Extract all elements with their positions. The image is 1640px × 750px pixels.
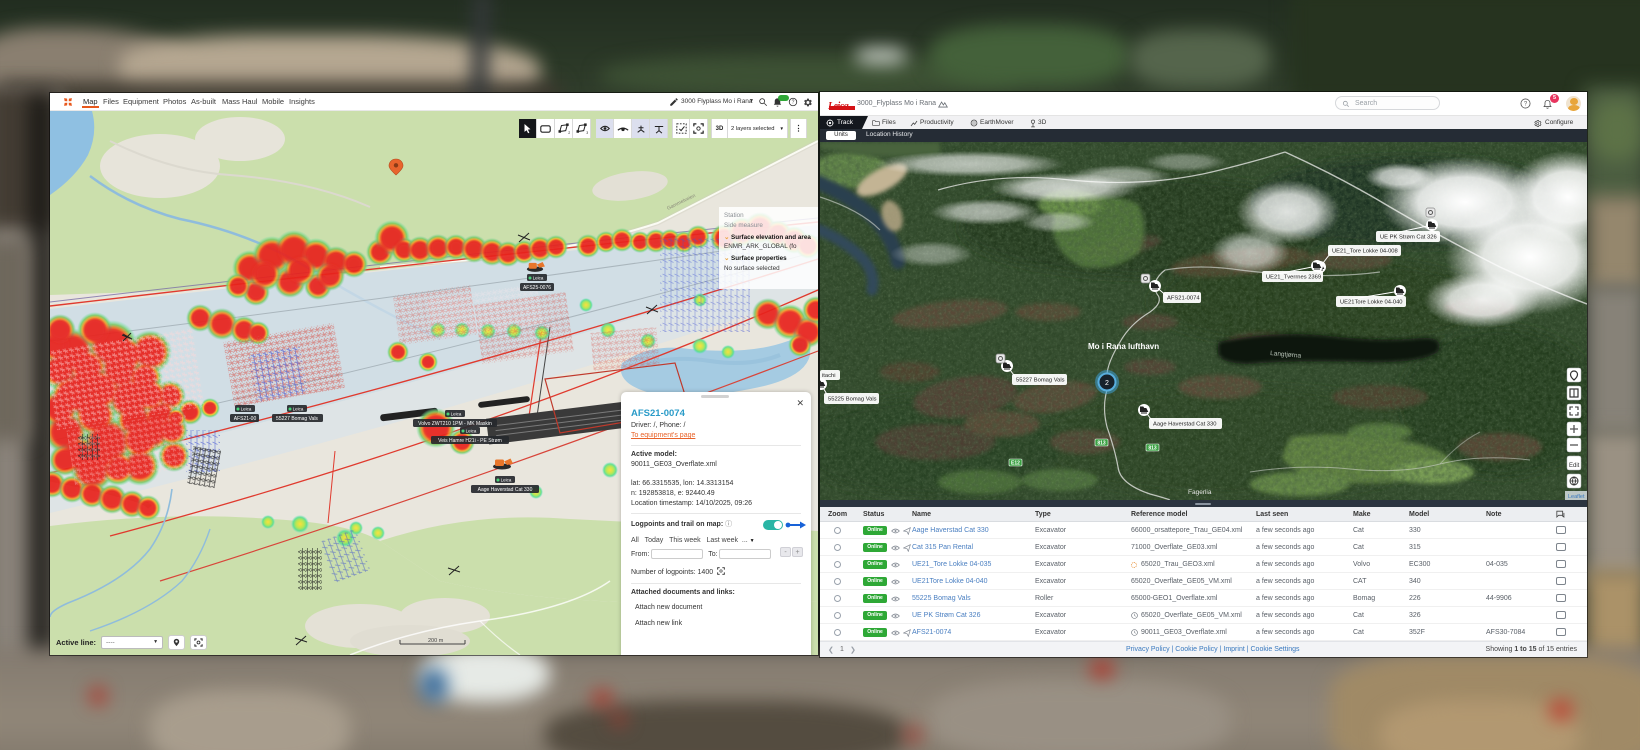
svg-text:Leica: Leica — [293, 407, 304, 412]
svg-text:UE21Tore Lokke 04-040: UE21Tore Lokke 04-040 — [1340, 300, 1403, 306]
svg-text:Volvo ZWT210 1PM - MK Maskin: Volvo ZWT210 1PM - MK Maskin — [418, 421, 492, 427]
svg-text:Leica: Leica — [451, 412, 462, 417]
svg-text:813: 813 — [1148, 446, 1157, 452]
svg-text:?: ? — [792, 100, 795, 106]
svg-text:itachi: itachi — [822, 373, 836, 379]
svg-text:813: 813 — [1097, 441, 1106, 447]
svg-text:200 m: 200 m — [428, 638, 444, 644]
svg-text:Aage Haverstad Cat 330: Aage Haverstad Cat 330 — [1153, 422, 1216, 428]
svg-text:2: 2 — [568, 131, 570, 134]
svg-text:55225 Bomag Vals: 55225 Bomag Vals — [828, 397, 877, 403]
svg-text:Aage Haverstad Cat 330: Aage Haverstad Cat 330 — [478, 487, 533, 493]
svg-text:UE21_Tore Lokke 04-008: UE21_Tore Lokke 04-008 — [1332, 249, 1398, 255]
svg-text:55227 Bomag Vals: 55227 Bomag Vals — [276, 416, 318, 422]
svg-text:E12: E12 — [1011, 461, 1020, 467]
svg-text:Leica: Leica — [501, 478, 512, 483]
svg-text:3: 3 — [586, 131, 588, 134]
svg-text:Veis Hamre H21i - PE Strøm: Veis Hamre H21i - PE Strøm — [438, 438, 502, 444]
svg-text:UE21_Tverrnes 2369: UE21_Tverrnes 2369 — [1266, 275, 1321, 281]
svg-text:AFS21-0074: AFS21-0074 — [1167, 296, 1200, 302]
svg-text:UE PK Strøm Cat 326: UE PK Strøm Cat 326 — [1380, 235, 1437, 241]
svg-text:AFS25-0076: AFS25-0076 — [523, 285, 551, 291]
svg-text:Mo i Rana lufthavn: Mo i Rana lufthavn — [1088, 342, 1159, 351]
svg-text:55227 Bomag Vals: 55227 Bomag Vals — [1016, 378, 1065, 384]
svg-text:Fagerlia: Fagerlia — [1188, 489, 1212, 496]
svg-text:AFS21-00: AFS21-00 — [234, 416, 257, 422]
svg-text:Leica: Leica — [241, 407, 252, 412]
svg-text:?: ? — [1524, 102, 1528, 108]
svg-text:Edit: Edit — [1569, 463, 1580, 469]
svg-text:2: 2 — [1105, 380, 1109, 387]
svg-text:Leica: Leica — [466, 429, 477, 434]
svg-text:Leica: Leica — [533, 276, 544, 281]
